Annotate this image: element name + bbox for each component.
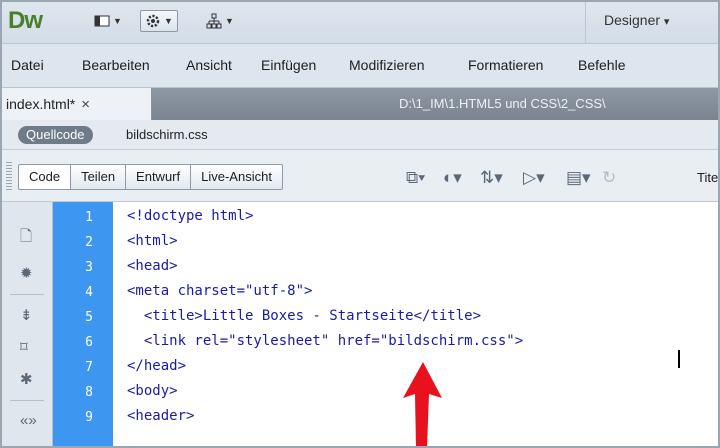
collapse-tag-icon[interactable]: ⇟ — [20, 306, 33, 324]
source-code-tab[interactable]: Quellcode — [18, 126, 93, 144]
menu-bar: Datei Bearbeiten Ansicht Einfügen Modifi… — [0, 44, 720, 88]
document-toolbar: Code Teilen Entwurf Live-Ansicht ⧉▾ ◐▾ ⇅… — [0, 150, 720, 202]
show-code-navigator-icon[interactable]: ✹ — [20, 264, 33, 282]
collapse-selection-icon[interactable]: ⌑ — [20, 338, 28, 356]
workspace-divider — [585, 0, 586, 44]
close-icon[interactable]: × — [81, 96, 90, 113]
menu-befehle[interactable]: Befehle — [578, 57, 625, 73]
design-view-button[interactable]: Entwurf — [126, 164, 192, 190]
open-documents-icon[interactable]: 🗋 — [20, 226, 32, 251]
menu-datei[interactable]: Datei — [11, 57, 44, 73]
toolbar-divider — [10, 400, 44, 401]
site-icon — [206, 13, 222, 29]
line-number: 6 — [85, 335, 93, 350]
code-line: <link rel="stylesheet" href="bildschirm.… — [127, 333, 524, 349]
code-line: <body> — [127, 383, 178, 399]
debug-icon[interactable]: ▷▾ — [523, 169, 545, 186]
app-logo: Dw — [8, 7, 43, 34]
application-bar: Dw ▼ ▼ ▼ Designer ▾ — [0, 0, 720, 44]
extensions-button[interactable]: ▼ — [140, 10, 178, 32]
code-line: <!doctype html> — [127, 208, 254, 224]
visual-aids-icon[interactable]: ▤▾ — [566, 169, 591, 186]
split-view-button[interactable]: Teilen — [71, 164, 127, 190]
code-line: <html> — [127, 233, 178, 249]
preview-browser-icon[interactable]: ◐▾ — [443, 169, 462, 186]
site-button[interactable]: ▼ — [206, 10, 234, 32]
menu-einfuegen[interactable]: Einfügen — [261, 57, 316, 73]
toolbar-divider — [10, 294, 44, 295]
red-arrow-annotation — [403, 362, 442, 448]
layout-icon — [94, 15, 110, 27]
line-number: 5 — [85, 310, 93, 325]
live-view-button[interactable]: Live-Ansicht — [191, 164, 283, 190]
view-switcher: Code Teilen Entwurf Live-Ansicht — [18, 164, 283, 190]
code-line: <meta charset="utf-8"> — [127, 283, 313, 299]
multiscreen-icon[interactable]: ⧉▾ — [406, 169, 425, 186]
line-number: 1 — [85, 210, 93, 225]
menu-bearbeiten[interactable]: Bearbeiten — [82, 57, 150, 73]
select-parent-tag-icon[interactable]: «» — [20, 412, 37, 429]
text-cursor — [678, 350, 680, 368]
line-number-gutter: 1 2 3 4 5 6 7 8 9 — [53, 202, 113, 448]
code-line: <header> — [127, 408, 195, 424]
workspace-label: Designer — [604, 12, 661, 28]
tab-label: index.html* — [6, 96, 76, 112]
gear-icon — [146, 14, 160, 28]
line-number: 2 — [85, 235, 93, 250]
menu-modifizieren[interactable]: Modifizieren — [349, 57, 424, 73]
code-line: </head> — [127, 358, 187, 374]
line-number: 7 — [85, 360, 93, 375]
coding-toolbar: 🗋 ✹ ⇟ ⌑ ✱ «» — [0, 202, 53, 448]
line-number: 9 — [85, 410, 93, 425]
document-tab-bar: index.html* × D:\1_IM\1.HTML5 und CSS\2_… — [0, 88, 720, 120]
layout-button[interactable]: ▼ — [94, 10, 122, 32]
menu-formatieren[interactable]: Formatieren — [468, 57, 543, 73]
toolbar-grip[interactable] — [6, 162, 12, 190]
document-title-label: Tite — [697, 170, 719, 185]
file-transfer-icon[interactable]: ⇅▾ — [480, 169, 503, 186]
menu-ansicht[interactable]: Ansicht — [186, 57, 232, 73]
document-path: D:\1_IM\1.HTML5 und CSS\2_CSS\ — [399, 96, 606, 111]
refresh-icon[interactable]: ↻ — [602, 169, 616, 186]
tab-index-html[interactable]: index.html* × — [0, 88, 152, 120]
line-number: 8 — [85, 385, 93, 400]
code-view-button[interactable]: Code — [18, 164, 72, 190]
chevron-down-icon: ▾ — [663, 16, 670, 28]
workspace-switcher[interactable]: Designer ▾ — [604, 12, 669, 28]
code-line: <title>Little Boxes - Startseite</title> — [127, 308, 482, 324]
code-line: <head> — [127, 258, 178, 274]
line-number: 4 — [85, 285, 93, 300]
related-files-bar: Quellcode bildschirm.css — [0, 120, 720, 150]
related-file-css[interactable]: bildschirm.css — [126, 127, 208, 142]
line-number: 3 — [85, 260, 93, 275]
expand-all-icon[interactable]: ✱ — [20, 370, 33, 388]
